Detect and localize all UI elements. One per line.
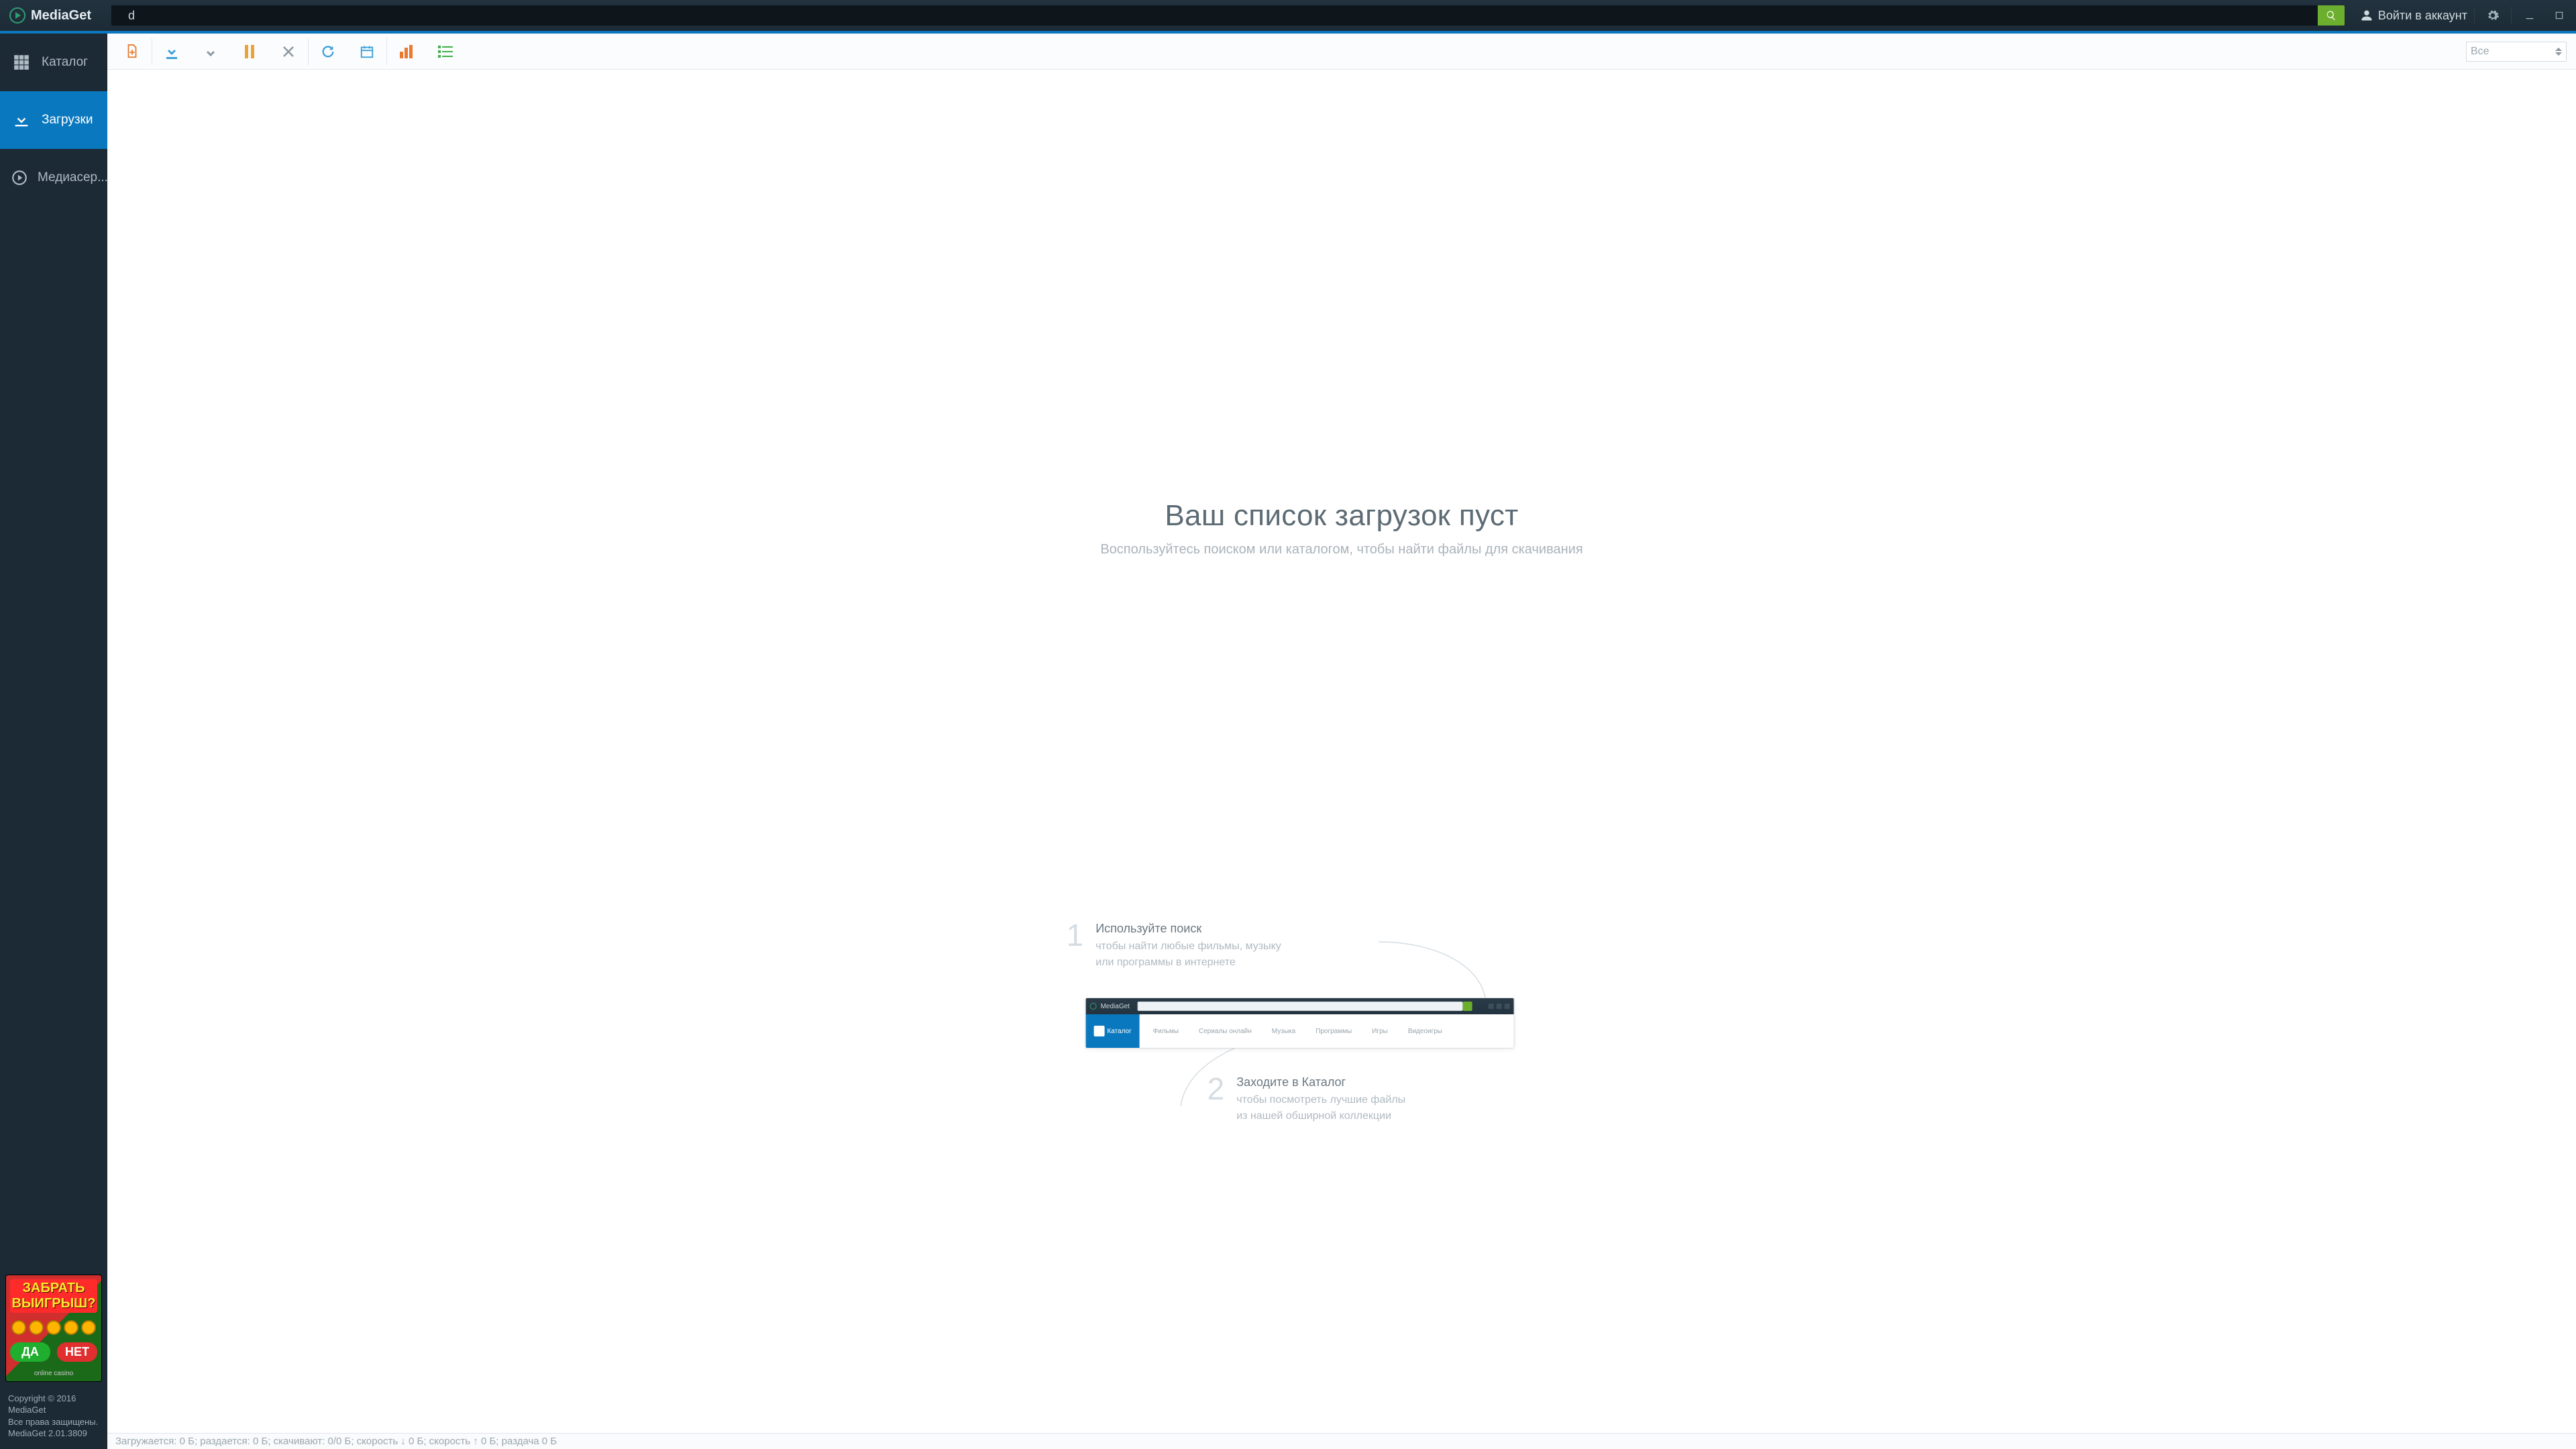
mini-tabs: Фильмы Сериалы онлайн Музыка Программы И…: [1140, 1014, 1514, 1048]
ad-buttons: ДА НЕТ: [10, 1342, 97, 1362]
empty-title: Ваш список загрузок пуст: [107, 499, 2576, 533]
mini-logo-icon: [1090, 1003, 1097, 1010]
filter-select[interactable]: Все: [2466, 42, 2567, 62]
mini-tab: Игры: [1372, 1028, 1388, 1035]
mini-app-name: MediaGet: [1101, 1003, 1130, 1010]
ad-banner[interactable]: ЗАБРАТЬВЫИГРЫШ? ДА НЕТ online casino: [5, 1275, 102, 1382]
ad-yes-button[interactable]: ДА: [10, 1342, 50, 1362]
app-logo: MediaGet: [0, 7, 107, 23]
status-text: Загружается: 0 Б; раздается: 0 Б; скачив…: [115, 1436, 557, 1447]
mini-tab: Сериалы онлайн: [1199, 1028, 1252, 1035]
stats-button[interactable]: [387, 34, 426, 70]
empty-subtitle: Воспользуйтесь поиском или каталогом, чт…: [107, 542, 2576, 557]
mini-tab: Музыка: [1272, 1028, 1295, 1035]
mini-search: [1138, 1002, 1463, 1011]
guide-step-title: Используйте поиск: [1095, 922, 1281, 936]
mini-side-label: Каталог: [1107, 1028, 1131, 1035]
guide-step-number: 2: [1208, 1075, 1225, 1103]
copyright: Copyright © 2016 MediaGet Все права защи…: [0, 1387, 107, 1449]
file-add-icon: [125, 44, 140, 60]
grid-icon: [1093, 1026, 1104, 1036]
guide-step-2: 2 Заходите в Каталог чтобы посмотреть лу…: [1208, 1075, 1576, 1124]
list-icon: [438, 46, 453, 58]
mini-body: Каталог Фильмы Сериалы онлайн Музыка Про…: [1086, 1014, 1514, 1048]
play-circle-icon: [9, 7, 25, 23]
app-window: MediaGet Войти в аккаунт: [0, 0, 2576, 1449]
topbar-right: Войти в аккаунт: [2349, 4, 2576, 27]
user-icon: [2361, 9, 2373, 21]
bar-chart-icon: [399, 45, 414, 58]
mini-window-controls: [1489, 1004, 1510, 1009]
guide-step-title: Заходите в Каталог: [1236, 1075, 1405, 1089]
pause-icon: [244, 45, 255, 58]
minimize-icon: [2524, 10, 2535, 21]
search-button[interactable]: [2318, 5, 2345, 25]
content-area: Ваш список загрузок пуст Воспользуйтесь …: [107, 70, 2576, 1433]
separator: [2474, 7, 2475, 24]
cast-icon: [11, 167, 28, 189]
separator: [2511, 7, 2512, 24]
guide-step-text: Используйте поиск чтобы найти любые филь…: [1095, 922, 1281, 971]
settings-button[interactable]: [2481, 4, 2504, 27]
sidebar-item-downloads[interactable]: Загрузки: [0, 91, 107, 149]
ad-footer: online casino: [10, 1370, 97, 1377]
maximize-button[interactable]: [2548, 4, 2571, 27]
ad-headline: ЗАБРАТЬВЫИГРЫШ?: [10, 1279, 97, 1313]
remove-button[interactable]: [269, 34, 308, 70]
search-icon: [2326, 10, 2337, 21]
main: Все Ваш список загрузок пуст Воспользуйт…: [107, 34, 2576, 1449]
pause-button[interactable]: [230, 34, 269, 70]
sidebar-item-label: Загрузки: [42, 113, 93, 127]
app-name: MediaGet: [31, 8, 91, 23]
ad-coins: [10, 1320, 97, 1335]
body: Каталог Загрузки Медиасер... ЗАБРАТЬВЫИГ…: [0, 34, 2576, 1449]
sidebar: Каталог Загрузки Медиасер... ЗАБРАТЬВЫИГ…: [0, 34, 107, 1449]
toolbar: Все: [107, 34, 2576, 70]
guide-step-number: 1: [1067, 922, 1084, 949]
guide: 1 Используйте поиск чтобы найти любые фи…: [1067, 922, 1576, 1124]
sidebar-item-mediaserver[interactable]: Медиасер...: [0, 149, 107, 207]
download-active-icon: [165, 44, 178, 59]
sidebar-spacer: [0, 207, 107, 1269]
add-torrent-button[interactable]: [113, 34, 152, 70]
close-icon: [282, 46, 294, 58]
spinner-icon: [2555, 48, 2562, 56]
login-link[interactable]: Войти в аккаунт: [2361, 9, 2467, 23]
refresh-icon: [321, 44, 335, 59]
guide-step-1: 1 Используйте поиск чтобы найти любые фи…: [1067, 922, 1576, 971]
sidebar-item-label: Каталог: [42, 55, 88, 70]
guide-step-sub: чтобы найти любые фильмы, музыкуили прог…: [1095, 938, 1281, 971]
guide-step-sub: чтобы посмотреть лучшие файлыиз нашей об…: [1236, 1092, 1405, 1124]
grid-icon: [11, 52, 32, 73]
mini-tab: Видеоигры: [1408, 1028, 1442, 1035]
search-input[interactable]: [111, 5, 2319, 25]
empty-state: Ваш список загрузок пуст Воспользуйтесь …: [107, 499, 2576, 557]
mini-titlebar: MediaGet: [1086, 998, 1514, 1014]
refresh-button[interactable]: [309, 34, 347, 70]
schedule-button[interactable]: [347, 34, 386, 70]
maximize-icon: [2555, 11, 2564, 20]
resume-button[interactable]: [152, 34, 191, 70]
minimize-button[interactable]: [2518, 4, 2541, 27]
mini-tab: Фильмы: [1153, 1028, 1179, 1035]
list-button[interactable]: [426, 34, 465, 70]
sidebar-item-label: Медиасер...: [38, 170, 108, 185]
calendar-icon: [360, 44, 374, 59]
ad-no-button[interactable]: НЕТ: [57, 1342, 97, 1362]
title-bar: MediaGet Войти в аккаунт: [0, 0, 2576, 31]
mini-tab: Программы: [1316, 1028, 1352, 1035]
search-wrap: [107, 5, 2349, 25]
filter-value: Все: [2471, 46, 2489, 58]
gear-icon: [2486, 9, 2500, 22]
mini-sidebar: Каталог: [1086, 1014, 1140, 1048]
status-bar: Загружается: 0 Б; раздается: 0 Б; скачив…: [107, 1433, 2576, 1449]
download-icon: [11, 109, 32, 131]
down-button[interactable]: [191, 34, 230, 70]
arrow-down-icon: [206, 44, 215, 59]
guide-mini-window: MediaGet Каталог Фильмы: [1085, 998, 1515, 1049]
login-label: Войти в аккаунт: [2378, 9, 2467, 23]
sidebar-item-catalog[interactable]: Каталог: [0, 34, 107, 91]
guide-step-text: Заходите в Каталог чтобы посмотреть лучш…: [1236, 1075, 1405, 1124]
